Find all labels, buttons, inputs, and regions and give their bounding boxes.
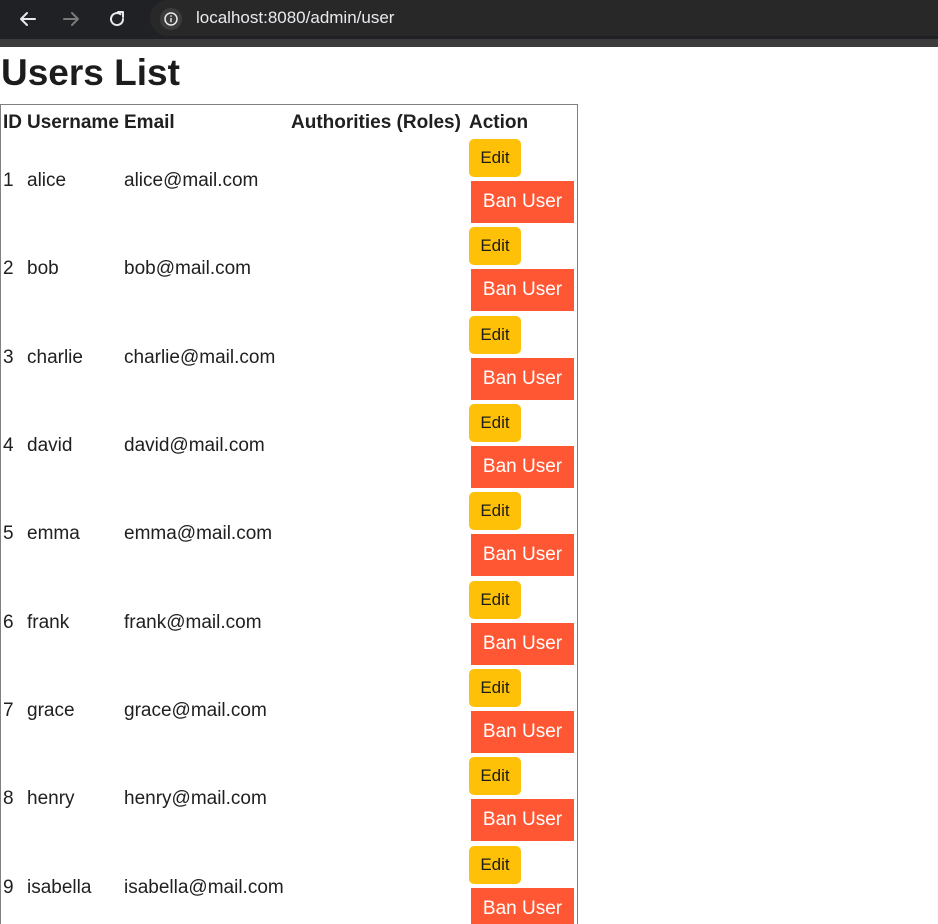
cell-action: Edit Ban User: [467, 225, 577, 313]
page-content: Users List ID Username Email Authorities…: [0, 47, 938, 924]
cell-email: henry@mail.com: [124, 788, 267, 810]
ban-user-button[interactable]: Ban User: [471, 622, 574, 665]
cell-id: 2: [3, 258, 14, 280]
page-title: Users List: [1, 52, 180, 93]
reload-button[interactable]: [104, 6, 130, 32]
cell-action: Edit Ban User: [467, 667, 577, 755]
table-row: 3 charlie charlie@mail.com Edit Ban User: [1, 314, 577, 402]
edit-button[interactable]: Edit: [469, 404, 521, 443]
table-row: 6 frank frank@mail.com Edit Ban User: [1, 578, 577, 666]
ban-user-button[interactable]: Ban User: [471, 357, 574, 400]
cell-id: 9: [3, 876, 14, 898]
edit-button[interactable]: Edit: [469, 845, 521, 884]
cell-roles: [289, 755, 467, 843]
cell-username: david: [27, 435, 73, 457]
cell-username: charlie: [27, 346, 83, 368]
address-bar[interactable]: localhost:8080/admin/user: [150, 0, 938, 36]
cell-username: emma: [27, 523, 80, 545]
cell-id: 8: [3, 788, 14, 810]
edit-button[interactable]: Edit: [469, 492, 521, 531]
cell-id: 7: [3, 699, 14, 721]
edit-button[interactable]: Edit: [469, 757, 521, 796]
cell-email: bob@mail.com: [124, 258, 251, 280]
cell-action: Edit Ban User: [467, 137, 577, 225]
cell-email: alice@mail.com: [124, 170, 259, 192]
cell-roles: [289, 667, 467, 755]
info-icon: [164, 12, 178, 26]
cell-email: frank@mail.com: [124, 611, 262, 633]
cell-id: 1: [3, 170, 14, 192]
back-button[interactable]: [15, 6, 41, 32]
ban-user-button[interactable]: Ban User: [471, 446, 574, 489]
cell-username: isabella: [27, 876, 92, 898]
forward-button[interactable]: [58, 6, 84, 32]
arrow-right-icon: [63, 12, 79, 26]
cell-id: 6: [3, 611, 14, 633]
edit-button[interactable]: Edit: [469, 315, 521, 354]
cell-action: Edit Ban User: [467, 490, 577, 578]
cell-roles: [289, 314, 467, 402]
cell-username: frank: [27, 611, 70, 633]
cell-username: alice: [27, 170, 67, 192]
table-row: 5 emma emma@mail.com Edit Ban User: [1, 490, 577, 578]
cell-email: grace@mail.com: [124, 699, 267, 721]
cell-roles: [289, 137, 467, 225]
table-body: 1 alice alice@mail.com Edit Ban User 2 bob bob@…: [1, 137, 577, 924]
table-row: 7 grace grace@mail.com Edit Ban User: [1, 667, 577, 755]
ban-user-button[interactable]: Ban User: [471, 181, 574, 224]
table-row: 9 isabella isabella@mail.com Edit Ban User: [1, 843, 577, 924]
ban-user-button[interactable]: Ban User: [471, 710, 574, 753]
ban-user-button[interactable]: Ban User: [471, 534, 574, 577]
edit-button[interactable]: Edit: [469, 227, 521, 266]
url-text[interactable]: localhost:8080/admin/user: [196, 8, 394, 28]
ban-user-button[interactable]: Ban User: [471, 269, 574, 312]
cell-id: 5: [3, 523, 14, 545]
cell-action: Edit Ban User: [467, 578, 577, 666]
users-table-container: ID Username Email Authorities (Roles) Ac…: [0, 104, 578, 924]
header-username: Username: [27, 112, 119, 133]
cell-username: grace: [27, 699, 75, 721]
edit-button[interactable]: Edit: [469, 580, 521, 619]
table-header-row: ID Username Email Authorities (Roles) Ac…: [1, 105, 577, 137]
table-row: 1 alice alice@mail.com Edit Ban User: [1, 137, 577, 225]
cell-username: bob: [27, 258, 59, 280]
header-id: ID: [3, 112, 22, 133]
edit-button[interactable]: Edit: [469, 668, 521, 707]
cell-email: emma@mail.com: [124, 523, 273, 545]
cell-action: Edit Ban User: [467, 314, 577, 402]
cell-email: isabella@mail.com: [124, 876, 284, 898]
site-info-button[interactable]: [160, 8, 182, 30]
header-roles: Authorities (Roles): [291, 112, 461, 133]
browser-toolbar: localhost:8080/admin/user: [0, 0, 938, 47]
edit-button[interactable]: Edit: [469, 139, 521, 178]
cell-email: charlie@mail.com: [124, 346, 276, 368]
cell-username: henry: [27, 788, 75, 810]
users-table: ID Username Email Authorities (Roles) Ac…: [1, 105, 577, 924]
table-row: 2 bob bob@mail.com Edit Ban User: [1, 225, 577, 313]
cell-roles: [289, 402, 467, 490]
cell-action: Edit Ban User: [467, 755, 577, 843]
ban-user-button[interactable]: Ban User: [471, 799, 574, 842]
ban-user-button[interactable]: Ban User: [471, 887, 574, 924]
table-row: 4 david david@mail.com Edit Ban User: [1, 402, 577, 490]
cell-roles: [289, 843, 467, 924]
cell-id: 3: [3, 346, 14, 368]
cell-roles: [289, 490, 467, 578]
cell-roles: [289, 578, 467, 666]
table-row: 8 henry henry@mail.com Edit Ban User: [1, 755, 577, 843]
arrow-left-icon: [20, 12, 36, 26]
cell-email: david@mail.com: [124, 435, 265, 457]
cell-roles: [289, 225, 467, 313]
header-action: Action: [469, 112, 529, 133]
cell-action: Edit Ban User: [467, 402, 577, 490]
header-email: Email: [124, 112, 175, 133]
cell-id: 4: [3, 435, 14, 457]
cell-action: Edit Ban User: [467, 843, 577, 924]
reload-icon: [110, 11, 125, 27]
